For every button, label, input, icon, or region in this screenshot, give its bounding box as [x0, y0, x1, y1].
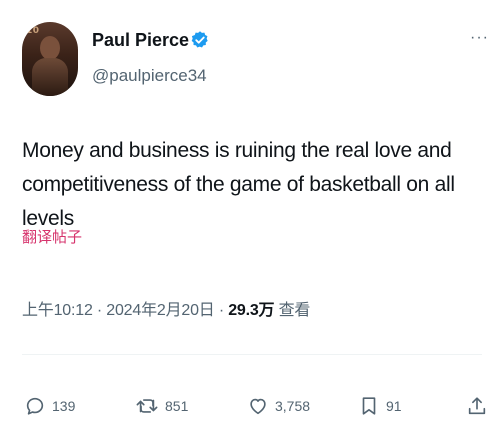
verified-badge-icon — [190, 30, 210, 50]
tweet-text: Money and business is ruining the real l… — [22, 139, 455, 230]
bookmark-icon — [362, 397, 376, 415]
views-count: 29.3万 — [228, 302, 275, 319]
avatar-face — [40, 36, 60, 60]
heart-icon — [250, 398, 266, 415]
tweet-meta: 上午10:12 · 2024年2月20日 · 29.3万 查看 — [22, 296, 310, 320]
more-icon[interactable]: ··· — [470, 30, 489, 46]
retweet-count: 851 — [165, 398, 189, 414]
bookmark-count: 91 — [386, 398, 402, 414]
share-button[interactable] — [466, 394, 488, 418]
author-name[interactable]: Paul Pierce — [92, 30, 189, 51]
like-button[interactable]: 3,758 — [247, 394, 310, 418]
tweet-time[interactable]: 上午10:12 — [22, 302, 93, 319]
reply-button[interactable]: 139 — [24, 394, 75, 418]
like-count: 3,758 — [275, 398, 311, 414]
avatar-jersey — [32, 58, 68, 96]
divider — [22, 354, 482, 355]
avatar[interactable]: 10 — [22, 22, 78, 96]
tweet-date[interactable]: 2024年2月20日 — [106, 302, 214, 319]
tweet-card: 10 Paul Pierce @paulpierce34 ··· Money a… — [0, 0, 500, 440]
bookmark-button[interactable]: 91 — [358, 394, 402, 418]
author-handle[interactable]: @paulpierce34 — [92, 66, 207, 86]
avatar-jersey-number: 10 — [26, 26, 40, 36]
share-icon — [468, 397, 486, 415]
meta-separator: · — [96, 302, 103, 319]
meta-separator: · — [218, 302, 224, 319]
reply-icon — [26, 397, 44, 415]
views-label: 查看 — [278, 302, 311, 319]
retweet-icon — [136, 399, 158, 413]
translate-link[interactable]: 翻译帖子 — [22, 226, 82, 247]
reply-count: 139 — [52, 398, 76, 414]
retweet-button[interactable]: 851 — [135, 394, 188, 418]
